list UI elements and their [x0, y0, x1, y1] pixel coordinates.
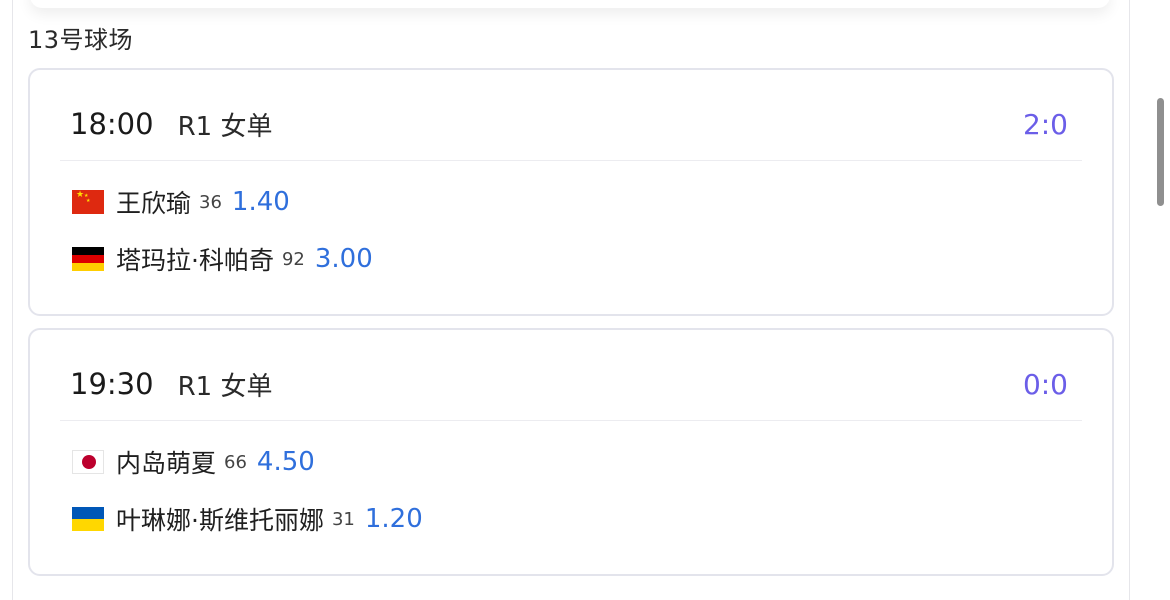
match-time: 19:30: [70, 367, 154, 401]
germany-flag-icon: [72, 247, 104, 271]
player-rank: 36: [199, 191, 222, 213]
divider: [60, 420, 1082, 421]
previous-card-edge: [30, 0, 1110, 8]
player-name: 王欣瑜: [116, 189, 192, 218]
match-card[interactable]: 19:30 R1 女单 0:0 内岛萌夏 66 4.50 叶琳娜·斯维托丽娜 3…: [28, 328, 1114, 576]
china-flag-icon: ★ ★ ★: [72, 190, 104, 214]
match-round: R1 女单: [177, 111, 273, 142]
japan-flag-icon: [72, 450, 104, 474]
player-row[interactable]: 塔玛拉·科帕奇 92 3.00: [72, 239, 373, 279]
match-score: 0:0: [1022, 367, 1068, 401]
match-header: 18:00 R1 女单 2:0: [70, 104, 1068, 144]
player-rank: 92: [281, 248, 305, 270]
player-name: 叶琳娜·斯维托丽娜: [116, 506, 324, 535]
player-odds[interactable]: 1.20: [365, 504, 423, 534]
match-round: R1 女单: [177, 371, 273, 402]
match-score: 2:0: [1022, 107, 1068, 141]
scrollbar[interactable]: [1157, 98, 1164, 206]
player-row[interactable]: ★ ★ ★ 王欣瑜 36 1.40: [72, 182, 290, 222]
player-rank: 31: [331, 508, 355, 530]
player-odds[interactable]: 4.50: [257, 447, 315, 477]
player-rank: 66: [224, 451, 247, 473]
match-card[interactable]: 18:00 R1 女单 2:0 ★ ★ ★ 王欣瑜 36 1.40 塔玛拉·科帕奇 …: [28, 68, 1114, 316]
ukraine-flag-icon: [72, 507, 104, 531]
divider: [60, 160, 1082, 161]
player-name: 内岛萌夏: [116, 449, 217, 478]
match-header: 19:30 R1 女单 0:0: [70, 364, 1068, 404]
player-odds[interactable]: 3.00: [315, 244, 373, 274]
player-name: 塔玛拉·科帕奇: [116, 246, 274, 275]
player-row[interactable]: 内岛萌夏 66 4.50: [72, 442, 315, 482]
player-row[interactable]: 叶琳娜·斯维托丽娜 31 1.20: [72, 499, 423, 539]
player-odds[interactable]: 1.40: [232, 187, 290, 217]
match-time: 18:00: [70, 107, 154, 141]
venue-title: 13号球场: [28, 26, 134, 54]
